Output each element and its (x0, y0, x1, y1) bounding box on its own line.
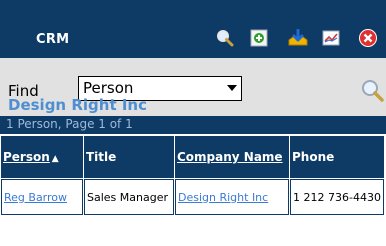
chart-icon[interactable] (322, 29, 340, 47)
column-header-company[interactable]: Company Name (175, 136, 289, 178)
column-header-company-label[interactable]: Company Name (177, 150, 283, 164)
find-search-icon[interactable] (360, 78, 386, 106)
company-heading: Design Right Inc (8, 96, 147, 114)
column-header-title-label: Title (86, 150, 117, 164)
add-record-icon[interactable] (250, 29, 268, 47)
app-title: CRM (36, 32, 70, 47)
results-summary: 1 Person, Page 1 of 1 (6, 117, 133, 131)
download-icon[interactable] (288, 28, 308, 47)
find-select-value: Person (83, 79, 134, 97)
company-link[interactable]: Design Right Inc (175, 179, 289, 215)
title-cell: Sales Manager (84, 179, 174, 215)
column-header-person-label[interactable]: Person (3, 150, 50, 164)
column-header-title: Title (84, 136, 174, 178)
person-link[interactable]: Reg Barrow (1, 179, 83, 215)
column-header-phone-label: Phone (292, 150, 335, 164)
column-header-person[interactable]: Person ▲ (1, 136, 83, 178)
column-header-phone: Phone (290, 136, 384, 178)
results-table: Person ▲ Title Company Name Phone Reg Bar… (0, 135, 385, 216)
close-icon[interactable] (358, 29, 377, 47)
phone-cell: 1 212 736-4430 (290, 179, 384, 215)
chevron-down-icon (227, 85, 237, 91)
sort-ascending-icon: ▲ (51, 154, 59, 164)
search-icon[interactable] (216, 29, 234, 47)
table-row: Reg Barrow Sales Manager Design Right In… (1, 179, 384, 215)
